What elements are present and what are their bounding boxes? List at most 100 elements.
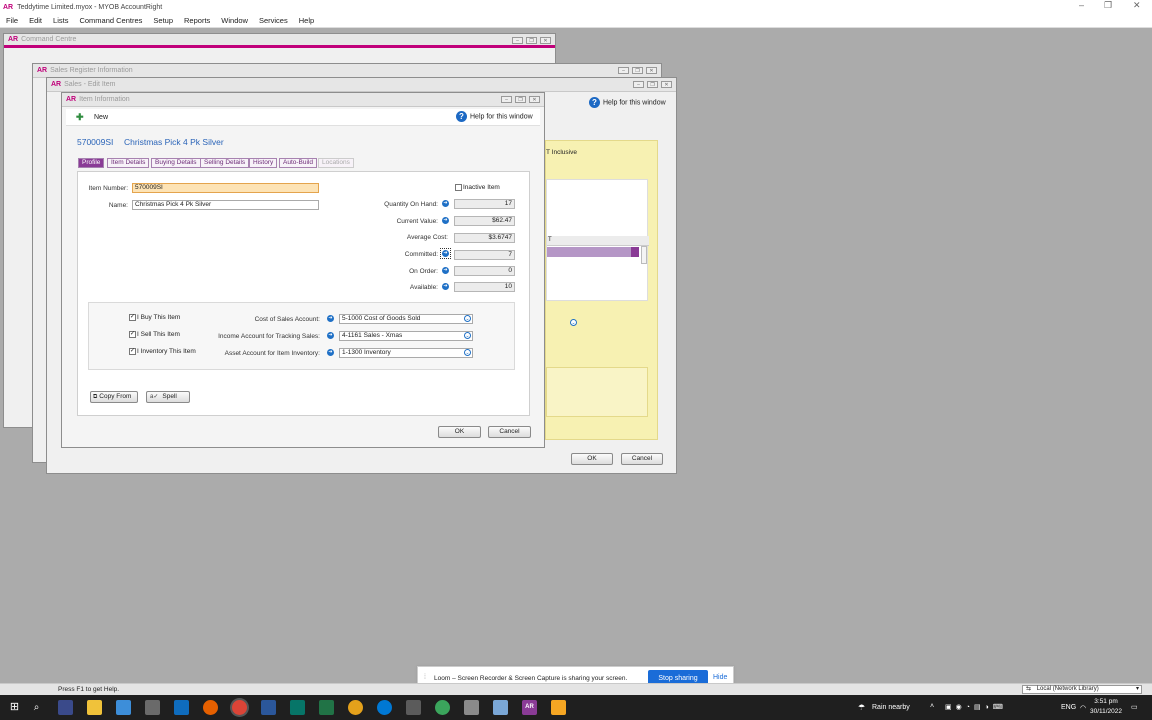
app-icon[interactable] xyxy=(493,700,508,715)
on-order-arrow-icon[interactable]: ➜ xyxy=(442,267,449,274)
minimize-icon[interactable]: – xyxy=(512,37,523,44)
tab-profile[interactable]: Profile xyxy=(78,158,105,168)
current-value-arrow-icon[interactable]: ➜ xyxy=(442,217,449,224)
chevron-down-icon[interactable]: ⌄ xyxy=(464,315,471,323)
calculator-icon[interactable] xyxy=(406,700,421,715)
chevron-down-icon[interactable]: ⌄ xyxy=(464,349,471,357)
new-button[interactable]: New xyxy=(94,114,108,121)
item-cancel-button[interactable]: Cancel xyxy=(488,426,531,438)
sell-item-checkbox[interactable]: ✓ I Sell This Item xyxy=(129,331,180,338)
restore-icon[interactable]: ❐ xyxy=(632,67,643,74)
publisher-icon[interactable] xyxy=(290,700,305,715)
firefox-icon[interactable] xyxy=(203,700,218,715)
menu-services[interactable]: Services xyxy=(259,16,288,25)
restore-icon[interactable]: ❐ xyxy=(1104,0,1112,11)
tab-item-details[interactable]: Item Details xyxy=(107,158,150,168)
app-icon[interactable] xyxy=(145,700,160,715)
item-information-window[interactable]: AR Item Information – ❐ ✕ ✚ New ? Help for … xyxy=(61,92,545,448)
income-arrow-icon[interactable]: ➜ xyxy=(327,332,334,339)
minimize-icon[interactable]: – xyxy=(633,81,644,88)
clock-date[interactable]: 30/11/2022 xyxy=(1087,708,1125,715)
committed-arrow-icon[interactable]: ➜ xyxy=(440,248,451,260)
checkbox-checked-icon[interactable]: ✓ xyxy=(129,348,136,355)
table-row-selector[interactable] xyxy=(631,247,639,257)
minimize-icon[interactable]: – xyxy=(501,96,512,103)
cost-of-sales-arrow-icon[interactable]: ➜ xyxy=(327,315,334,322)
account-arrow-icon[interactable]: ⌄ xyxy=(570,319,577,326)
minimize-icon[interactable]: – xyxy=(618,67,629,74)
checkbox-checked-icon[interactable]: ✓ xyxy=(129,314,136,321)
tab-auto-build[interactable]: Auto-Build xyxy=(279,158,317,168)
chevron-down-icon[interactable]: ⌄ xyxy=(464,332,471,340)
checkbox-checked-icon[interactable]: ✓ xyxy=(129,331,136,338)
item-ok-button[interactable]: OK xyxy=(438,426,481,438)
inactive-item-checkbox[interactable]: Inactive Item xyxy=(455,184,500,191)
tab-buying-details[interactable]: Buying Details xyxy=(151,158,201,168)
wifi-icon[interactable]: ◠ xyxy=(1080,704,1086,712)
new-icon[interactable]: ✚ xyxy=(76,112,84,123)
menu-window[interactable]: Window xyxy=(221,16,248,25)
chevron-down-icon[interactable]: ▾ xyxy=(1136,686,1139,693)
item-number-input[interactable]: 570009SI xyxy=(132,183,319,193)
calendar-app-icon[interactable] xyxy=(116,700,131,715)
menu-setup[interactable]: Setup xyxy=(153,16,173,25)
buy-item-checkbox[interactable]: ✓ I Buy This Item xyxy=(129,314,180,321)
sales-cancel-button[interactable]: Cancel xyxy=(621,453,663,465)
loom-icon[interactable] xyxy=(551,700,566,715)
inventory-item-checkbox[interactable]: ✓ I Inventory This Item xyxy=(129,348,196,355)
table-row[interactable] xyxy=(547,247,631,257)
outlook-icon[interactable] xyxy=(174,700,189,715)
item-help-link[interactable]: ? Help for this window xyxy=(456,111,533,122)
menu-edit[interactable]: Edit xyxy=(29,16,42,25)
word-icon[interactable] xyxy=(261,700,276,715)
cost-of-sales-select[interactable]: 5-1000 Cost of Goods Sold ⌄ xyxy=(339,314,473,324)
menu-help[interactable]: Help xyxy=(299,16,314,25)
chrome-icon[interactable] xyxy=(232,700,247,715)
search-icon[interactable]: ⌕ xyxy=(29,700,44,715)
restore-icon[interactable]: ❐ xyxy=(515,96,526,103)
task-view-icon[interactable] xyxy=(58,700,73,715)
close-icon[interactable]: ✕ xyxy=(540,37,551,44)
checkbox-icon[interactable] xyxy=(455,184,462,191)
restore-icon[interactable]: ❐ xyxy=(647,81,658,88)
copy-from-button[interactable]: ⧉ Copy From xyxy=(90,391,138,403)
scrollbar[interactable] xyxy=(641,246,647,264)
clock-time[interactable]: 3:51 pm xyxy=(1087,698,1125,705)
edge-icon[interactable] xyxy=(377,700,392,715)
excel-icon[interactable] xyxy=(319,700,334,715)
spell-button[interactable]: a✓ Spell xyxy=(146,391,190,403)
minimize-icon[interactable]: – xyxy=(1079,0,1084,10)
close-icon[interactable]: ✕ xyxy=(1133,0,1141,11)
asset-arrow-icon[interactable]: ➜ xyxy=(327,349,334,356)
close-icon[interactable]: ✕ xyxy=(661,81,672,88)
file-explorer-icon[interactable] xyxy=(87,700,102,715)
notification-icon[interactable]: ▭ xyxy=(1131,703,1138,711)
notes-area[interactable] xyxy=(546,367,648,417)
close-icon[interactable]: ✕ xyxy=(646,67,657,74)
sales-help-link[interactable]: ? Help for this window xyxy=(589,97,666,108)
asset-account-select[interactable]: 1-1300 Inventory ⌄ xyxy=(339,348,473,358)
close-icon[interactable]: ✕ xyxy=(529,96,540,103)
windows-start-icon[interactable]: ⊞ xyxy=(7,700,22,715)
myob-accountright-icon[interactable]: AR xyxy=(522,700,537,715)
app-icon[interactable] xyxy=(435,700,450,715)
menu-lists[interactable]: Lists xyxy=(53,16,68,25)
menu-file[interactable]: File xyxy=(6,16,18,25)
system-tray-icons[interactable]: ▣◉◔▤◑⌨ xyxy=(945,703,1055,711)
app-icon[interactable] xyxy=(348,700,363,715)
menu-command-centres[interactable]: Command Centres xyxy=(79,16,142,25)
drag-handle-icon[interactable]: ⁞ xyxy=(424,674,426,681)
qty-arrow-icon[interactable]: ➜ xyxy=(442,200,449,207)
network-library-select[interactable]: ⇆ Local (Network Library) ▾ xyxy=(1022,685,1142,694)
chevron-up-icon[interactable]: ˄ xyxy=(930,703,934,710)
available-arrow-icon[interactable]: ➜ xyxy=(442,283,449,290)
tab-selling-details[interactable]: Selling Details xyxy=(200,158,250,168)
menu-reports[interactable]: Reports xyxy=(184,16,210,25)
tab-history[interactable]: History xyxy=(249,158,278,168)
weather-label[interactable]: Rain nearby xyxy=(872,704,910,711)
restore-icon[interactable]: ❐ xyxy=(526,37,537,44)
language-indicator[interactable]: ENG xyxy=(1061,704,1076,711)
sales-ok-button[interactable]: OK xyxy=(571,453,613,465)
app-icon[interactable] xyxy=(464,700,479,715)
income-account-select[interactable]: 4-1161 Sales - Xmas ⌄ xyxy=(339,331,473,341)
